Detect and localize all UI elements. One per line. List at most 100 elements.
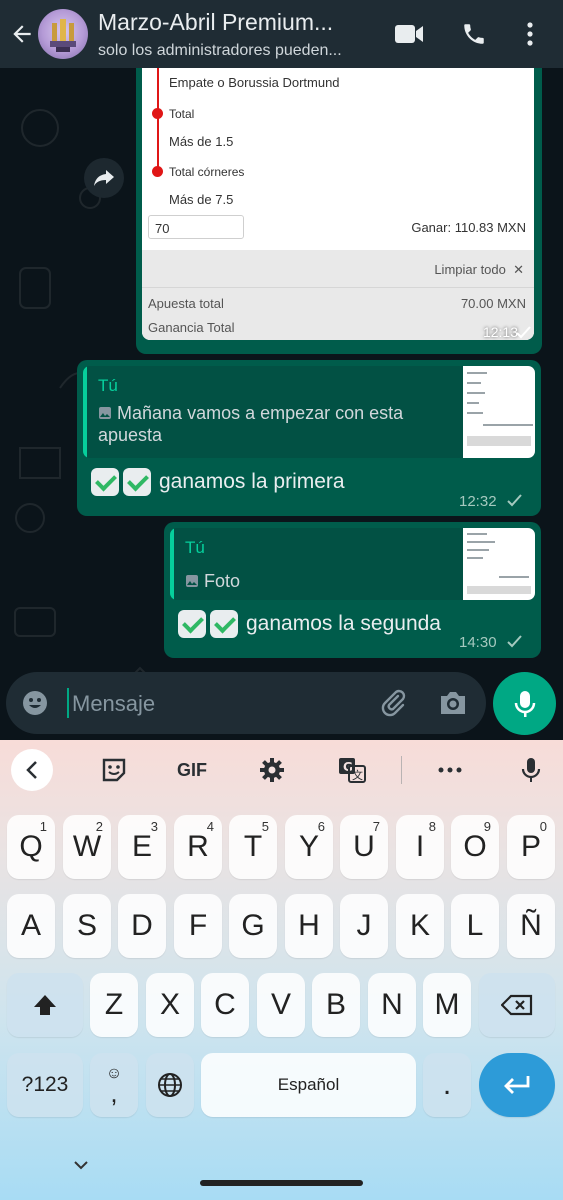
slip-stake-box: 70 xyxy=(148,215,244,239)
period-key[interactable]: . xyxy=(423,1053,471,1117)
key-x[interactable]: X xyxy=(146,973,194,1037)
key-b[interactable]: B xyxy=(312,973,360,1037)
svg-text:文: 文 xyxy=(352,768,363,782)
slip-market-2: Total xyxy=(169,107,195,121)
forward-icon xyxy=(94,170,114,186)
message-bubble[interactable]: Tú Foto ganamos la segunda 14:30 xyxy=(164,522,541,658)
key-m[interactable]: M xyxy=(423,973,471,1037)
group-subtitle: solo los administradores pueden... xyxy=(98,41,342,59)
check-mark-emoji xyxy=(91,468,119,496)
key-s[interactable]: S xyxy=(63,894,111,958)
backspace-key[interactable] xyxy=(479,973,555,1037)
key-u[interactable]: 7U xyxy=(340,815,388,879)
key-c[interactable]: C xyxy=(201,973,249,1037)
message-input[interactable]: Mensaje xyxy=(72,691,155,717)
translate-button[interactable]: G文 xyxy=(332,750,372,790)
voice-typing-button[interactable] xyxy=(511,750,551,790)
language-key[interactable] xyxy=(146,1053,194,1117)
key-h[interactable]: H xyxy=(285,894,333,958)
key-g[interactable]: G xyxy=(229,894,277,958)
quote-thumbnail xyxy=(463,366,535,458)
slip-total-gain-label: Ganancia Total xyxy=(148,320,235,335)
key-q[interactable]: 1Q xyxy=(7,815,55,879)
key-v[interactable]: V xyxy=(257,973,305,1037)
message-composer[interactable]: Mensaje xyxy=(6,672,486,734)
attach-icon[interactable] xyxy=(378,688,408,718)
key-k[interactable]: K xyxy=(396,894,444,958)
key-o[interactable]: 9O xyxy=(451,815,499,879)
key-a[interactable]: A xyxy=(7,894,55,958)
hide-keyboard-button[interactable] xyxy=(66,1150,96,1180)
keyboard-toolbar: GIF G文 xyxy=(0,740,563,802)
shift-icon xyxy=(34,995,56,1015)
quote-author: Tú xyxy=(98,376,118,395)
message-bubble[interactable]: Tú Mañana vamos a empezar con esta apues… xyxy=(77,360,541,516)
key-e[interactable]: 3E xyxy=(118,815,166,879)
key-enye[interactable]: Ñ xyxy=(507,894,555,958)
toolbar-divider xyxy=(401,756,402,784)
sent-check-icon xyxy=(507,494,522,507)
comma-emoji-key[interactable]: ☺ , xyxy=(90,1053,138,1117)
keyboard-settings-button[interactable] xyxy=(252,750,292,790)
key-f[interactable]: F xyxy=(174,894,222,958)
key-p[interactable]: 0P xyxy=(507,815,555,879)
phone-icon xyxy=(464,24,484,44)
microphone-icon xyxy=(514,690,535,717)
slip-market-3: Total córneres xyxy=(169,165,245,179)
quote-text: Mañana vamos a empezar con esta apuesta xyxy=(98,403,404,445)
check-mark-emoji xyxy=(210,610,238,638)
video-call-button[interactable] xyxy=(389,14,429,54)
symbols-key[interactable]: ?123 xyxy=(7,1053,83,1117)
image-message-bubble[interactable]: Empate o Borussia Dortmund Total Más de … xyxy=(136,68,542,354)
forward-button[interactable] xyxy=(84,158,124,198)
sent-check-icon xyxy=(516,326,531,339)
chevron-left-icon xyxy=(26,761,37,779)
sticker-button[interactable] xyxy=(94,750,134,790)
voice-message-button[interactable] xyxy=(493,672,556,735)
slip-dot xyxy=(152,108,163,119)
slip-total-gain-row: Ganancia Total xyxy=(148,320,526,335)
message-time: 14:30 xyxy=(459,634,497,651)
slip-summary: Limpiar todo ✕ Apuesta total 70.00 MXN G… xyxy=(142,250,534,340)
more-horizontal-icon xyxy=(438,767,462,773)
camera-icon[interactable] xyxy=(438,689,468,717)
key-n[interactable]: N xyxy=(368,973,416,1037)
check-mark-emoji xyxy=(123,468,151,496)
more-options-button[interactable] xyxy=(512,14,548,54)
key-t[interactable]: 5T xyxy=(229,815,277,879)
group-avatar[interactable] xyxy=(38,9,88,59)
keyboard-back-button[interactable] xyxy=(11,749,53,791)
voice-call-button[interactable] xyxy=(454,14,494,54)
enter-key[interactable] xyxy=(479,1053,555,1117)
key-d[interactable]: D xyxy=(118,894,166,958)
key-i[interactable]: 8I xyxy=(396,815,444,879)
keyboard[interactable]: GIF G文 1Q 2W 3E 4R 5T 6Y 7U 8I 9O 0P A S… xyxy=(0,740,563,1200)
bet-slip-image[interactable]: Empate o Borussia Dortmund Total Más de … xyxy=(142,68,534,340)
gif-button[interactable]: GIF xyxy=(168,750,216,790)
space-key[interactable]: Español xyxy=(201,1053,416,1117)
more-button[interactable] xyxy=(430,750,470,790)
key-z[interactable]: Z xyxy=(90,973,138,1037)
chat-title-block[interactable]: Marzo-Abril Premium... solo los administ… xyxy=(98,9,398,60)
gesture-nav-handle[interactable] xyxy=(200,1180,363,1186)
image-icon xyxy=(186,575,198,587)
key-y[interactable]: 6Y xyxy=(285,815,333,879)
message-text: ganamos la primera xyxy=(91,468,345,496)
key-w[interactable]: 2W xyxy=(63,815,111,879)
key-r[interactable]: 4R xyxy=(174,815,222,879)
shift-key[interactable] xyxy=(7,973,83,1037)
sent-check-icon xyxy=(507,635,522,648)
slip-total-bet-value: 70.00 MXN xyxy=(460,296,526,311)
chat-area[interactable]: Empate o Borussia Dortmund Total Más de … xyxy=(0,68,563,740)
slip-total-bet-label: Apuesta total xyxy=(148,296,224,311)
key-l[interactable]: L xyxy=(451,894,499,958)
quoted-message[interactable]: Tú Mañana vamos a empezar con esta apues… xyxy=(83,366,535,458)
quote-bar xyxy=(83,366,87,458)
chat-header: Marzo-Abril Premium... solo los administ… xyxy=(0,0,563,68)
translate-icon: G文 xyxy=(339,758,366,783)
quote-bar xyxy=(170,528,174,600)
slip-clear-all: Limpiar todo ✕ xyxy=(434,262,524,277)
key-j[interactable]: J xyxy=(340,894,388,958)
emoji-icon[interactable] xyxy=(22,690,48,716)
quoted-message[interactable]: Tú Foto xyxy=(170,528,535,600)
